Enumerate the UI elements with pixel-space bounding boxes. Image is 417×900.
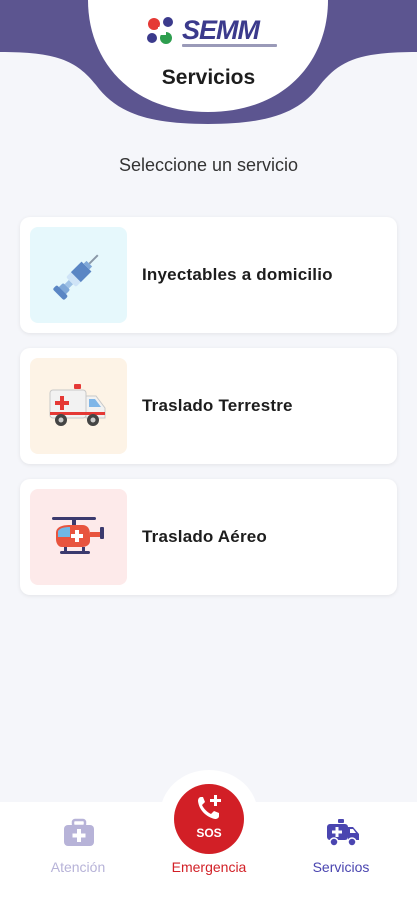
section-subtitle: Seleccione un servicio [118,155,299,175]
semm-logo: SEMM [140,14,280,54]
ambulance-icon [327,819,359,847]
nav-label-atencion: Atención [50,859,106,875]
service-thumb [30,358,127,454]
helicopter-icon [52,517,104,554]
medical-kit-icon [64,818,94,846]
service-card-aereo[interactable]: Traslado Aéreo [20,479,397,595]
page-title: Servicios [161,66,256,89]
service-card-inyectables[interactable]: Inyectables a domicilio [20,217,397,333]
nav-item-atencion[interactable]: Atención [23,816,133,886]
nav-label-servicios: Servicios [312,859,370,875]
nav-label-emergencia: Emergencia [171,859,247,875]
service-label: Traslado Aéreo [142,527,267,546]
service-thumb [30,489,127,585]
nav-item-servicios[interactable]: Servicios [286,816,396,886]
ambulance-icon [49,384,106,426]
service-label: Traslado Terrestre [142,396,293,415]
service-card-terrestre[interactable]: Traslado Terrestre [20,348,397,464]
syringe-icon [53,254,99,300]
service-label: Inyectables a domicilio [142,265,333,284]
logo-mark-icon [147,17,173,44]
logo-text: SEMM [182,15,260,45]
nav-item-emergencia[interactable]: Emergencia [154,816,264,886]
logo-tagline [182,44,277,47]
service-thumb [30,227,127,323]
